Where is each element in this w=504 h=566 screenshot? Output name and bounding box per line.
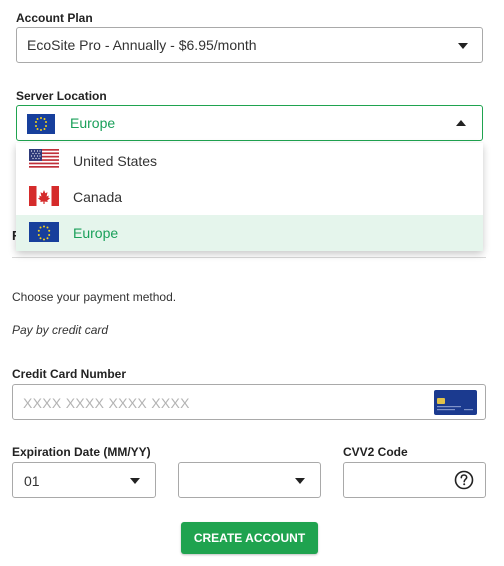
chevron-down-icon (458, 43, 468, 49)
credit-card-icon (434, 390, 477, 415)
server-location-dropdown: United States Canada Europe (16, 143, 483, 251)
card-number-input[interactable]: XXXX XXXX XXXX XXXX (12, 384, 486, 420)
eu-flag-icon (29, 222, 59, 242)
section-divider (12, 257, 486, 258)
create-account-button[interactable]: CREATE ACCOUNT (181, 522, 318, 554)
payment-method-text: Pay by credit card (12, 323, 109, 337)
eu-flag-icon (27, 114, 55, 134)
card-number-placeholder: XXXX XXXX XXXX XXXX (23, 395, 190, 411)
option-label: Canada (73, 189, 123, 205)
account-plan-value: EcoSite Pro - Annually - $6.95/month (27, 37, 257, 53)
expiration-month-select[interactable]: 01 (12, 462, 156, 498)
server-location-label: Server Location (16, 89, 107, 103)
account-plan-label: Account Plan (16, 11, 93, 25)
expiration-month-value: 01 (24, 473, 40, 489)
option-europe[interactable]: Europe (16, 215, 483, 251)
server-location-value: Europe (70, 115, 116, 131)
payment-intro-text: Choose your payment method. (12, 290, 177, 304)
option-label: United States (73, 153, 158, 169)
chevron-down-icon (295, 478, 305, 484)
cvv-input[interactable] (343, 462, 486, 498)
server-location-select[interactable]: Europe (16, 105, 483, 141)
chevron-down-icon (130, 478, 140, 484)
account-plan-select[interactable]: EcoSite Pro - Annually - $6.95/month (16, 27, 483, 63)
option-label: Europe (73, 225, 119, 241)
expiration-year-select[interactable] (178, 462, 321, 498)
canada-flag-icon (29, 186, 59, 206)
question-circle-icon[interactable] (454, 470, 474, 490)
chevron-up-icon (456, 120, 466, 126)
option-canada[interactable]: Canada (16, 179, 483, 215)
us-flag-icon (29, 149, 59, 169)
card-number-label: Credit Card Number (12, 367, 127, 381)
cvv-label: CVV2 Code (343, 445, 408, 459)
option-united-states[interactable]: United States (16, 143, 483, 179)
expiration-label: Expiration Date (MM/YY) (12, 445, 151, 459)
